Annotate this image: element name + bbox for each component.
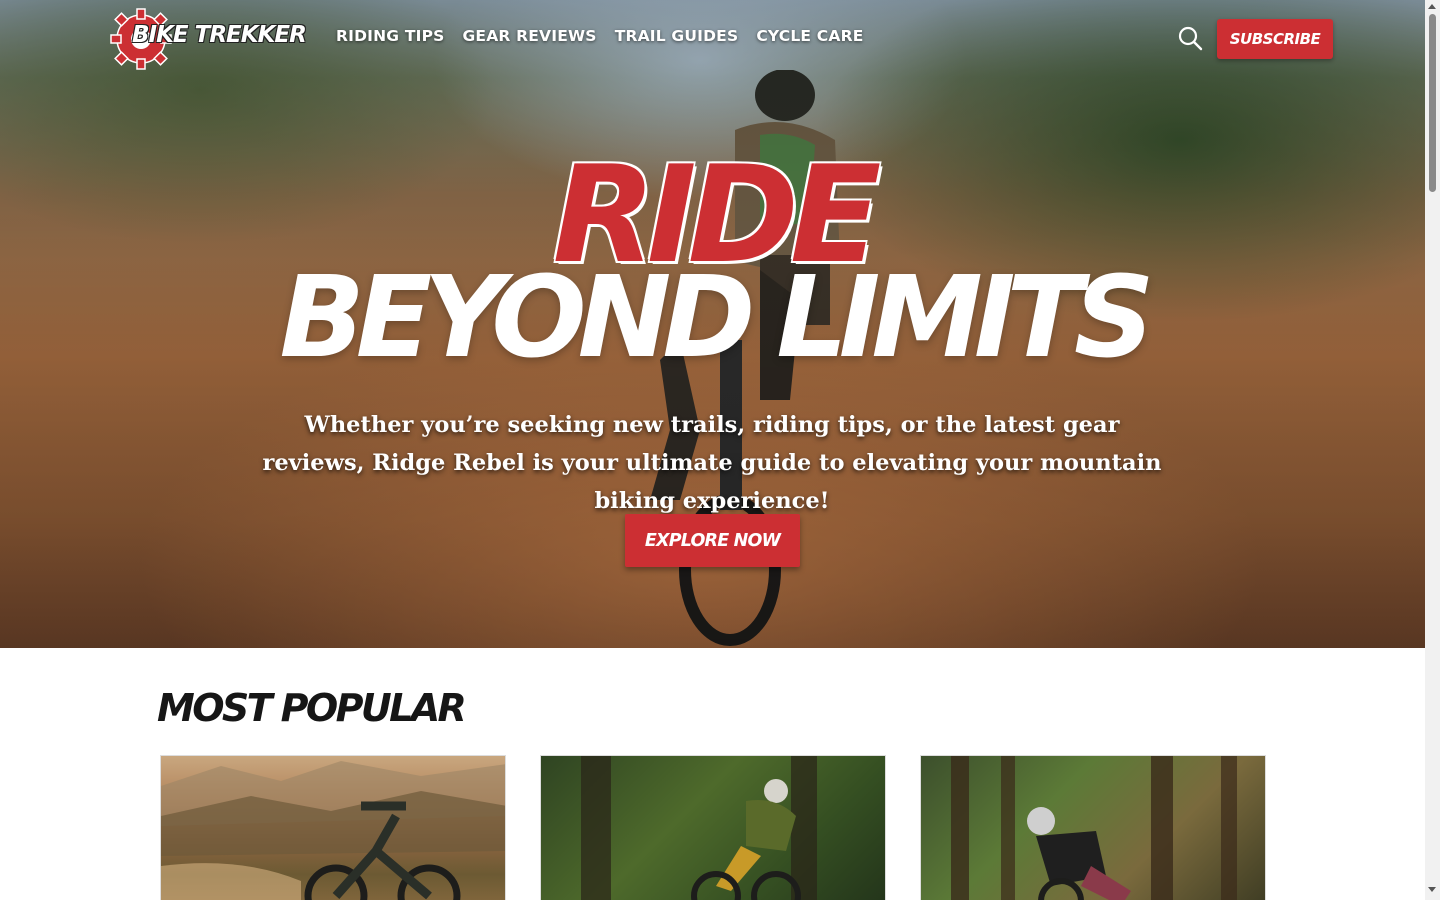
page-scrollbar[interactable] [1425, 0, 1440, 900]
search-icon [1178, 26, 1203, 51]
hero-subtitle: Whether you’re seeking new trails, ridin… [262, 412, 1162, 514]
scroll-down-arrow-icon[interactable] [1428, 887, 1436, 892]
main-nav: RIDING TIPS GEAR REVIEWS TRAIL GUIDES CY… [336, 27, 864, 45]
scroll-up-arrow-icon[interactable] [1428, 4, 1436, 9]
hero-banner: BIKE TREKKER RIDING TIPS GEAR REVIEWS TR… [0, 0, 1425, 648]
brand-name: BIKE TREKKER [132, 22, 307, 48]
nav-item-cycle-care[interactable]: CYCLE CARE [756, 27, 863, 45]
hero-title-beyond-limits: BEYOND LIMITS [279, 253, 1154, 383]
explore-now-button[interactable]: EXPLORE NOW [625, 514, 800, 567]
nav-item-riding-tips[interactable]: RIDING TIPS [336, 27, 445, 45]
mountain-ebike-image [161, 761, 505, 900]
nav-item-gear-reviews[interactable]: GEAR REVIEWS [463, 27, 597, 45]
section-title-most-popular: MOST POPULAR [157, 686, 467, 730]
brand-logo[interactable]: BIKE TREKKER [110, 8, 310, 70]
woods-rider-image [951, 756, 1237, 900]
popular-card-image[interactable] [540, 755, 886, 900]
scrollbar-thumb[interactable] [1429, 14, 1436, 192]
subscribe-button[interactable]: SUBSCRIBE [1217, 19, 1333, 59]
forest-rider-image [581, 756, 817, 900]
nav-item-trail-guides[interactable]: TRAIL GUIDES [615, 27, 739, 45]
popular-card-image[interactable] [920, 755, 1266, 900]
popular-card-image[interactable] [160, 755, 506, 900]
search-button[interactable] [1176, 24, 1204, 52]
